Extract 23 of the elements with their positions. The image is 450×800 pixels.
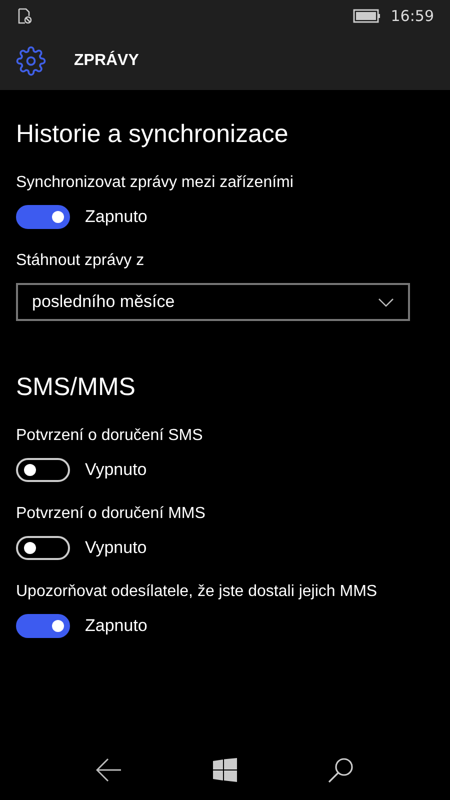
dropdown-field[interactable]: posledního měsíce bbox=[16, 283, 410, 321]
settings-icon bbox=[16, 46, 46, 76]
search-icon[interactable] bbox=[328, 757, 354, 783]
chevron-down-icon bbox=[378, 298, 394, 306]
section-heading: SMS/MMS bbox=[16, 373, 136, 402]
setting-label: Potvrzení o doručení MMS bbox=[16, 504, 206, 524]
page-title: ZPRÁVY bbox=[74, 52, 139, 70]
toggle-state-text: Zapnuto bbox=[85, 207, 148, 227]
notification-icon bbox=[18, 8, 32, 24]
section-heading: Historie a synchronizace bbox=[16, 120, 290, 149]
battery-icon bbox=[352, 9, 381, 23]
toggle-state-text: Zapnuto bbox=[85, 616, 148, 636]
setting-label: Potvrzení o doručení SMS bbox=[16, 426, 204, 446]
back-arrow-icon[interactable] bbox=[96, 758, 122, 782]
toggle-state-text: Vypnuto bbox=[85, 460, 147, 480]
windows-logo-icon[interactable] bbox=[212, 758, 237, 782]
setting-label: Upozorňovat odesílatele, že jste dostali jejich MMS bbox=[16, 582, 378, 602]
setting-label: Synchronizovat zprávy mezi zařízeními bbox=[16, 173, 294, 193]
toggle-switch[interactable] bbox=[16, 205, 70, 229]
toggle-state-text: Vypnuto bbox=[85, 538, 147, 558]
toggle-switch[interactable] bbox=[16, 614, 70, 638]
clock-time: 16:59 bbox=[390, 7, 434, 25]
setting-label: Stáhnout zprávy z bbox=[16, 251, 146, 271]
